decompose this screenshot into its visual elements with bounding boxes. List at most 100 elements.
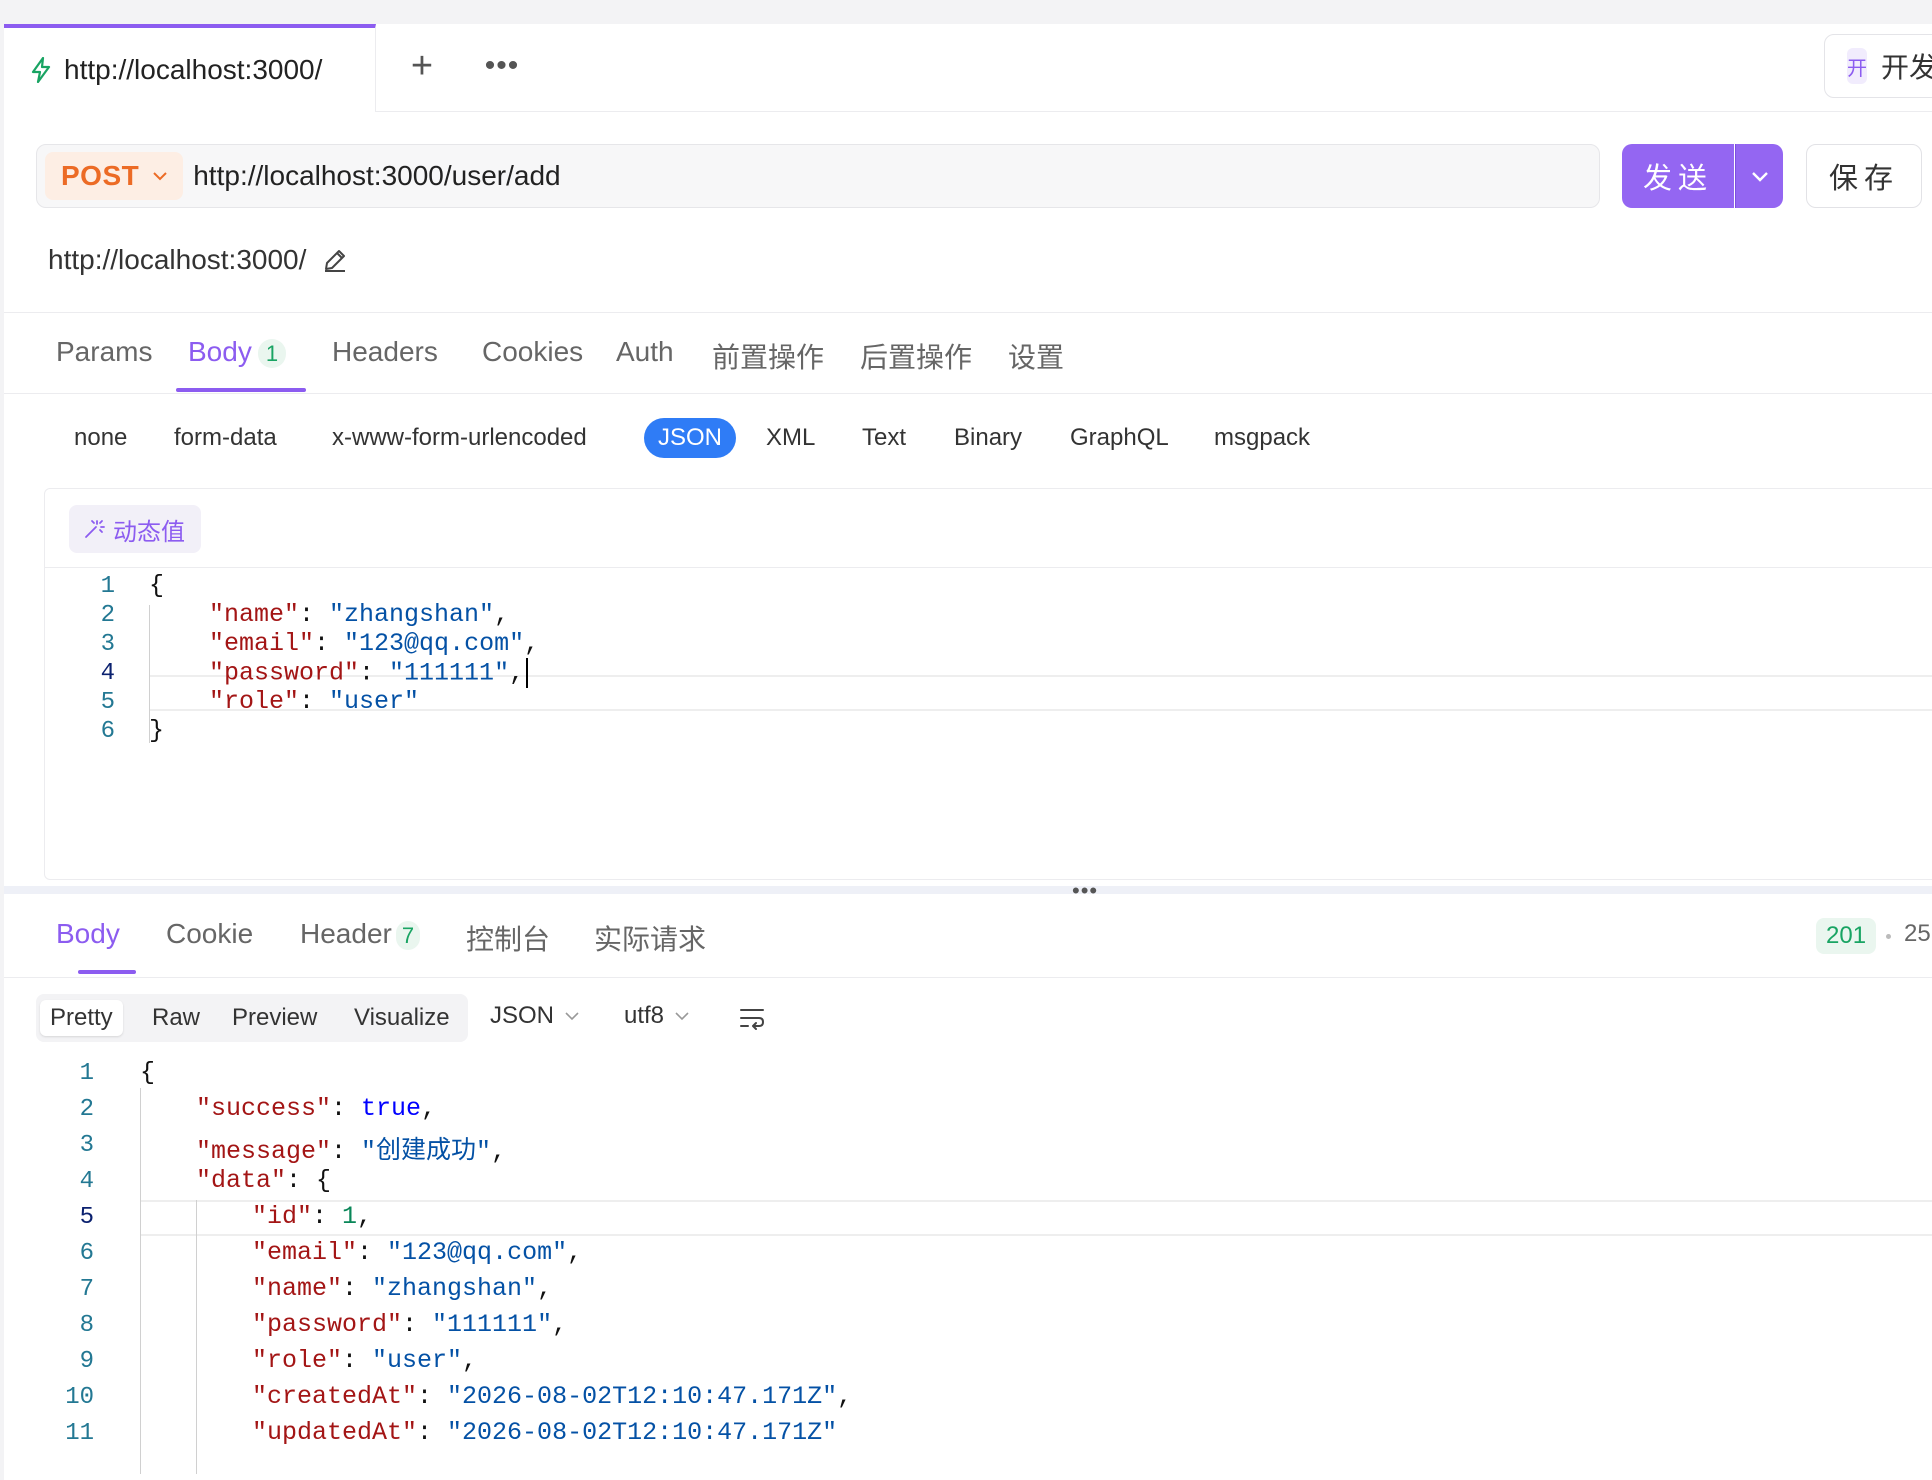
json-punct: , [462,1346,478,1375]
word-wrap-icon[interactable] [738,1006,766,1030]
line-number: 1 [79,1060,94,1087]
code-line: "role": "user", [252,1346,478,1375]
tab-headers[interactable]: Headers [332,336,438,368]
tab-params[interactable]: Params [56,336,152,368]
url-bar: POST [36,144,1600,208]
tab-auth[interactable]: Auth [616,336,674,368]
chevron-down-icon [1751,172,1768,182]
method-label: POST [61,160,140,191]
body-type-urlencoded[interactable]: x-www-form-urlencoded [332,424,587,452]
body-type-json[interactable]: JSON [644,418,737,458]
indent-guide [196,1200,197,1474]
view-mode-preview[interactable]: Preview [232,1000,317,1036]
request-tabs: Params Body 1 Headers Cookies Auth 前置操作 后… [4,324,1932,394]
line-number: 6 [79,1240,94,1267]
method-select[interactable]: POST [45,152,184,200]
code-line: "name": "zhangshan", [209,600,510,629]
tab-console[interactable]: 控制台 [466,918,550,958]
json-punct: , [524,629,540,658]
send-options-button[interactable] [1735,144,1783,208]
code-line: "id": 1, [252,1202,373,1231]
tab-cookies[interactable]: Cookies [482,336,583,368]
save-button[interactable]: 保存 [1806,144,1922,208]
code-line: "email": "123@qq.com", [209,629,540,658]
tab-response-header-label: Header [300,918,392,949]
json-value: "111111" [432,1310,553,1339]
body-type-text[interactable]: Text [862,424,906,452]
base-url: http://localhost:3000/ [48,244,348,276]
code-line: "message": "创建成功", [196,1137,507,1166]
tab-actual-request[interactable]: 实际请求 [594,918,706,958]
response-time: 25 [1904,920,1931,947]
send-button[interactable]: 发送 [1622,144,1734,208]
edit-icon[interactable] [322,247,348,273]
url-input[interactable] [193,160,1494,192]
body-type-graphql[interactable]: GraphQL [1070,424,1169,452]
chevron-down-icon [675,1012,689,1021]
json-value: "111111" [389,658,510,688]
tab-response-cookie[interactable]: Cookie [166,918,253,950]
line-number: 11 [65,1420,94,1447]
json-value: "user" [372,1346,463,1375]
json-value: "zhangshan" [329,600,495,629]
json-key: "success" [196,1094,332,1123]
tab-response-body[interactable]: Body [56,918,120,950]
json-value: "2026-08-02T12:10:47.171Z" [447,1382,838,1411]
more-tabs-button[interactable]: ••• [482,44,522,88]
panel-splitter[interactable] [4,886,1932,894]
environment-select[interactable]: 开 开发环境 [1824,34,1932,98]
view-mode-pretty[interactable]: Pretty [40,1000,123,1036]
line-number: 2 [100,602,115,629]
json-key: "role" [252,1346,343,1375]
tab-body-count: 1 [257,339,287,368]
line-number: 3 [79,1132,94,1159]
json-punct: , [509,658,525,688]
body-type-binary[interactable]: Binary [954,424,1022,452]
tab-response-header[interactable]: Header 7 [300,918,421,950]
json-punct: , [421,1094,437,1123]
json-punct: , [357,1202,373,1231]
chevron-down-icon [153,172,167,181]
code-line: { [149,571,165,600]
json-key: "password" [209,658,360,688]
line-number: 4 [79,1168,94,1195]
body-type-xml[interactable]: XML [766,424,815,452]
active-tab-indicator [78,970,136,974]
view-mode-visualize[interactable]: Visualize [354,1000,450,1036]
line-number: 5 [79,1204,94,1231]
json-value: "123@qq.com" [387,1238,568,1267]
json-key: "data" [196,1166,287,1195]
body-type-form-data[interactable]: form-data [174,424,277,452]
tab-settings[interactable]: 设置 [1008,336,1064,376]
line-number: 9 [79,1348,94,1375]
response-format-select[interactable]: JSON [490,1002,580,1030]
code-line: { [140,1058,156,1087]
body-type-none[interactable]: none [74,424,127,452]
new-tab-button[interactable]: + [402,44,442,88]
response-body-viewer[interactable]: 1 2 3 4 5 6 7 8 9 10 11 { "success": tru… [0,1052,1932,1480]
response-tabs: Body Cookie Header 7 控制台 实际请求 [4,896,1932,978]
json-value: "123@qq.com" [344,629,525,658]
divider [45,567,1932,568]
tab-body[interactable]: Body 1 [188,336,287,368]
request-body-editor[interactable]: 动态值 1 2 3 4 5 6 { "name": "zhangshan", "… [44,488,1932,880]
request-tab-title: http://localhost:3000/ [64,54,323,85]
json-key: "password" [252,1310,403,1339]
request-tab[interactable]: http://localhost:3000/ [4,24,376,112]
code-line: "name": "zhangshan", [252,1274,553,1303]
response-encoding-select[interactable]: utf8 [624,1002,690,1030]
view-mode-switch: Pretty Raw Preview Visualize [36,994,468,1042]
json-punct: , [537,1274,553,1303]
dynamic-value-button[interactable]: 动态值 [69,505,201,553]
tab-post-request[interactable]: 后置操作 [860,336,972,376]
line-number: 3 [100,631,115,658]
tab-pre-request[interactable]: 前置操作 [712,336,824,376]
view-mode-raw[interactable]: Raw [152,1000,200,1036]
active-tab-indicator [176,388,306,392]
body-type-msgpack[interactable]: msgpack [1214,424,1310,452]
line-number: 5 [100,689,115,716]
line-number: 10 [65,1384,94,1411]
window-top-strip [0,0,1932,24]
json-key: "id" [252,1202,313,1231]
json-value: "2026-08-02T12:10:47.171Z" [447,1418,838,1447]
